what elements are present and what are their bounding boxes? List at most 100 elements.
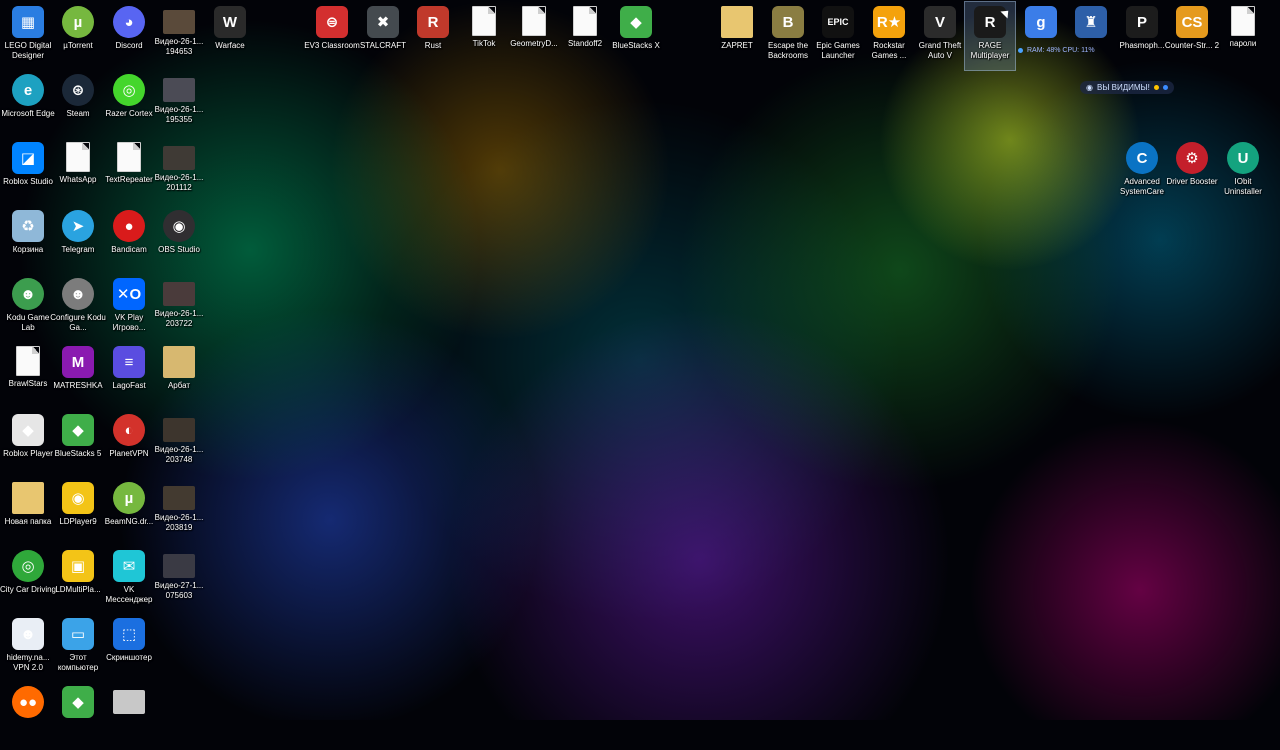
lagofast-icon: ≡ bbox=[113, 346, 145, 378]
desktop-shortcut[interactable]: ◆ Roblox Player bbox=[3, 410, 53, 478]
desktop-shortcut[interactable]: Видео-26-1... 201112 bbox=[154, 138, 204, 206]
desktop-shortcut-label: STALCRAFT bbox=[359, 41, 407, 50]
desktop-shortcut[interactable]: µ µTorrent bbox=[53, 2, 103, 70]
desktop-shortcut[interactable]: U IObit Uninstaller bbox=[1218, 138, 1268, 206]
desktop-shortcut[interactable]: ♜ bbox=[1066, 2, 1116, 70]
desktop-shortcut-label: Видео-26-1... 201112 bbox=[154, 173, 204, 192]
desktop-shortcut[interactable]: ▭ Этот компьютер bbox=[53, 614, 103, 682]
desktop-shortcut-label: BeamNG.dr... bbox=[104, 517, 154, 526]
razer-icon: ◎ bbox=[113, 74, 145, 106]
desktop-shortcut-label: LDPlayer9 bbox=[59, 517, 97, 526]
desktop-shortcut-label: TextRepeater bbox=[105, 175, 153, 184]
video-thumbnail-icon bbox=[163, 282, 195, 306]
desktop-shortcut[interactable]: Новая папка bbox=[3, 478, 53, 546]
desktop-shortcut[interactable]: WhatsApp bbox=[53, 138, 103, 206]
desktop-shortcut[interactable]: B Escape the Backrooms bbox=[763, 2, 813, 70]
desktop-shortcut[interactable]: Видео-26-1... 203748 bbox=[154, 410, 204, 478]
desktop-shortcut[interactable]: ➤ Telegram bbox=[53, 206, 103, 274]
steam-icon: ⊛ bbox=[62, 74, 94, 106]
desktop-shortcut[interactable]: ⚙ Driver Booster bbox=[1166, 138, 1218, 206]
desktop-shortcut[interactable]: ▣ LDMultiPla... bbox=[53, 546, 103, 614]
desktop-shortcut[interactable]: ▦ LEGO Digital Designer bbox=[3, 2, 53, 70]
desktop-shortcut[interactable]: R★ Rockstar Games ... bbox=[864, 2, 914, 70]
desktop-shortcut[interactable]: TikTok bbox=[459, 2, 509, 70]
beamng-icon: µ bbox=[113, 482, 145, 514]
city-car-driving-icon: ◎ bbox=[12, 550, 44, 582]
desktop-shortcut[interactable]: ◕ Discord bbox=[104, 2, 154, 70]
file-icon bbox=[66, 142, 90, 172]
desktop-shortcut[interactable]: ≡ LagoFast bbox=[104, 342, 154, 410]
desktop-shortcut-label: Kodu Game Lab bbox=[6, 313, 50, 332]
desktop-shortcut[interactable]: P Phasmoph... bbox=[1117, 2, 1167, 70]
desktop-shortcut[interactable]: пароли bbox=[1218, 2, 1268, 70]
desktop-shortcut[interactable]: W Warface bbox=[205, 2, 255, 70]
desktop-shortcut[interactable]: ZAPRET bbox=[712, 2, 762, 70]
desktop-shortcut[interactable]: ☻ Kodu Game Lab bbox=[3, 274, 53, 342]
desktop-shortcut[interactable]: ◆ bbox=[53, 682, 103, 750]
desktop-shortcut[interactable]: ◉ LDPlayer9 bbox=[53, 478, 103, 546]
desktop-shortcut[interactable]: e Microsoft Edge bbox=[1, 70, 55, 138]
desktop-shortcut-label: Standoff2 bbox=[567, 39, 603, 48]
desktop-shortcut[interactable]: ✉ VK Мессенджер bbox=[104, 546, 154, 614]
desktop-shortcut[interactable]: Видео-27-1... 075603 bbox=[154, 546, 204, 614]
desktop-shortcut[interactable]: ◆ BlueStacks X bbox=[611, 2, 661, 70]
desktop-shortcut[interactable]: ✕O VK Play Игрово... bbox=[104, 274, 154, 342]
desktop-shortcut[interactable]: ◪ Roblox Studio bbox=[3, 138, 53, 206]
stalcraft-icon: ✖ bbox=[367, 6, 399, 38]
desktop-shortcut[interactable]: Арбат bbox=[154, 342, 204, 410]
desktop-shortcut[interactable]: ☻ Configure Kodu Ga... bbox=[50, 274, 106, 342]
desktop-shortcut-label: LDMultiPla... bbox=[55, 585, 101, 594]
desktop-shortcut[interactable]: CS Counter-Str... 2 bbox=[1165, 2, 1219, 70]
desktop-shortcut-label: пароли bbox=[1229, 39, 1257, 48]
desktop-shortcut[interactable]: ⊜ EV3 Classroom bbox=[304, 2, 360, 70]
desktop-shortcut-label: PlanetVPN bbox=[109, 449, 149, 458]
desktop-shortcut[interactable]: ◎ City Car Driving bbox=[0, 546, 56, 614]
desktop-shortcut[interactable]: ●● bbox=[3, 682, 53, 750]
monitor-readout: RAM: 48% CPU: 11% bbox=[1027, 46, 1095, 54]
desktop-shortcut[interactable]: EPIC Epic Games Launcher bbox=[813, 2, 863, 70]
desktop-shortcut[interactable]: Видео-26-1... 194653 bbox=[154, 2, 204, 70]
desktop-shortcut-label: Этот компьютер bbox=[57, 653, 99, 672]
iobit-uninstaller-icon: U bbox=[1227, 142, 1259, 174]
desktop-shortcut-label: BrawlStars bbox=[8, 379, 48, 388]
robot-icon: ♜ bbox=[1075, 6, 1107, 38]
desktop-shortcut[interactable]: ◆ BlueStacks 5 bbox=[53, 410, 103, 478]
desktop-shortcut[interactable]: C Advanced SystemCare bbox=[1117, 138, 1167, 206]
desktop-shortcut[interactable] bbox=[104, 682, 154, 750]
desktop-shortcut[interactable]: Видео-26-1... 195355 bbox=[154, 70, 204, 138]
desktop-shortcut[interactable]: ◐ PlanetVPN bbox=[104, 410, 154, 478]
folder-icon bbox=[12, 482, 44, 514]
visibility-status-pill[interactable]: ◉ ВЫ ВИДИМЫ! bbox=[1080, 81, 1174, 94]
desktop-shortcut[interactable]: R Rust bbox=[408, 2, 458, 70]
desktop-shortcut[interactable]: ⊛ Steam bbox=[53, 70, 103, 138]
hidemy-vpn-icon: ☻ bbox=[12, 618, 44, 650]
desktop-shortcut[interactable]: Видео-26-1... 203819 bbox=[154, 478, 204, 546]
desktop-shortcut[interactable]: GeometryD... bbox=[509, 2, 559, 70]
desktop-shortcut[interactable]: TextRepeater bbox=[104, 138, 154, 206]
desktop-shortcut-label: Bandicam bbox=[111, 245, 147, 254]
desktop-shortcut[interactable]: ✖ STALCRAFT bbox=[358, 2, 408, 70]
desktop-shortcut-label: GeometryD... bbox=[510, 39, 558, 48]
desktop-shortcut[interactable]: M MATRESHKA bbox=[53, 342, 103, 410]
file-icon bbox=[1231, 6, 1255, 36]
video-thumbnail-icon bbox=[163, 486, 195, 510]
desktop-shortcut[interactable]: V Grand Theft Auto V bbox=[915, 2, 965, 70]
desktop-shortcut-label: LagoFast bbox=[112, 381, 146, 390]
desktop-shortcut[interactable]: ◎ Razer Cortex bbox=[104, 70, 154, 138]
desktop-shortcut[interactable]: ⬚ Скриншотер bbox=[104, 614, 154, 682]
desktop-shortcut[interactable]: ☻ hidemy.na... VPN 2.0 bbox=[3, 614, 53, 682]
desktop-shortcut-label: MATRESHKA bbox=[53, 381, 103, 390]
phasmophobia-icon: P bbox=[1126, 6, 1158, 38]
desktop-shortcut[interactable]: ◉ OBS Studio bbox=[154, 206, 204, 274]
desktop-shortcut[interactable]: g bbox=[1016, 2, 1066, 70]
desktop-shortcut[interactable]: BrawlStars bbox=[3, 342, 53, 410]
monitor-dot-icon bbox=[1018, 47, 1023, 53]
desktop-shortcut[interactable]: ● Bandicam bbox=[104, 206, 154, 274]
desktop-shortcut[interactable]: ♻ Корзина bbox=[3, 206, 53, 274]
desktop-shortcut[interactable]: Видео-26-1... 203722 bbox=[154, 274, 204, 342]
vk-messenger-icon: ✉ bbox=[113, 550, 145, 582]
desktop-shortcut[interactable]: µ BeamNG.dr... bbox=[104, 478, 154, 546]
desktop-shortcut[interactable]: Standoff2 bbox=[560, 2, 610, 70]
driver-booster-icon: ⚙ bbox=[1176, 142, 1208, 174]
discord-icon: ◕ bbox=[113, 6, 145, 38]
